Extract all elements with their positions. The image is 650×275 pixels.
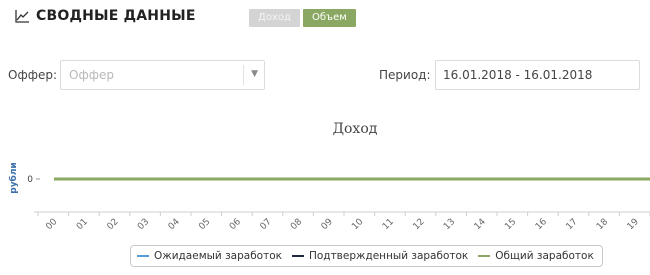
x-tick-label: 06 bbox=[228, 217, 243, 232]
offer-select[interactable]: Оффер ▼ bbox=[60, 60, 265, 90]
page-title: СВОДНЫЕ ДАННЫЕ bbox=[36, 8, 196, 24]
legend-swatch bbox=[137, 255, 149, 257]
x-tick-label: 09 bbox=[320, 217, 335, 232]
x-tick-label: 15 bbox=[503, 217, 518, 232]
income-toggle-button[interactable]: Доход bbox=[249, 9, 300, 27]
x-tick-label: 11 bbox=[381, 217, 396, 232]
chart-legend: Ожидаемый заработок Подтвержденный зарабо… bbox=[130, 245, 603, 267]
x-tick-label: 04 bbox=[167, 217, 182, 232]
x-tick-label: 08 bbox=[289, 217, 304, 232]
x-tick-label: 02 bbox=[106, 217, 121, 232]
x-tick-label: 17 bbox=[565, 217, 580, 232]
x-tick-label: 13 bbox=[442, 217, 457, 232]
offer-label: Оффер: bbox=[8, 68, 58, 82]
x-tick-label: 16 bbox=[534, 217, 549, 232]
x-tick-label: 14 bbox=[473, 217, 488, 232]
y-tick-label: 0 bbox=[27, 175, 33, 185]
period-date-input[interactable]: 16.01.2018 - 16.01.2018 bbox=[435, 60, 640, 90]
x-tick-label: 18 bbox=[595, 217, 610, 232]
x-tick-label: 03 bbox=[136, 217, 151, 232]
select-divider bbox=[243, 65, 244, 85]
x-tick-label: 10 bbox=[350, 217, 365, 232]
plot-area: 000 01 02 03 04 05 06 07 08 09 10 11 12 13 14 15 16 17 18 1… bbox=[27, 175, 650, 232]
dropdown-arrow-icon[interactable]: ▼ bbox=[251, 69, 258, 79]
legend-item[interactable]: Подтвержденный заработок bbox=[291, 250, 469, 262]
x-tick-label: 05 bbox=[197, 217, 212, 232]
chart-title: Доход bbox=[333, 121, 378, 137]
legend-label: Ожидаемый заработок bbox=[154, 250, 282, 262]
x-tick-label: 00 bbox=[44, 217, 59, 232]
line-chart-icon bbox=[15, 10, 29, 23]
legend-label: Подтвержденный заработок bbox=[308, 250, 469, 262]
legend-item[interactable]: Ожидаемый заработок bbox=[137, 250, 282, 262]
y-axis-label: рубли bbox=[8, 162, 19, 194]
x-tick-label: 19 bbox=[626, 217, 641, 232]
x-tick-label: 07 bbox=[259, 217, 274, 232]
legend-item[interactable]: Общий заработок bbox=[478, 250, 594, 262]
x-tick-label: 01 bbox=[75, 217, 90, 232]
income-chart: Доход рубли 000 01 02 03 04 05 06 07 08 09 10 11 12 1… bbox=[8, 121, 650, 232]
period-label: Период: bbox=[379, 68, 431, 82]
legend-swatch bbox=[291, 255, 304, 257]
volume-toggle-button[interactable]: Объем bbox=[303, 9, 356, 27]
x-tick-label: 12 bbox=[412, 217, 427, 232]
header: СВОДНЫЕ ДАННЫЕ bbox=[14, 8, 196, 24]
offer-placeholder: Оффер bbox=[69, 68, 114, 82]
legend-label: Общий заработок bbox=[495, 250, 594, 262]
legend-swatch bbox=[478, 255, 491, 257]
